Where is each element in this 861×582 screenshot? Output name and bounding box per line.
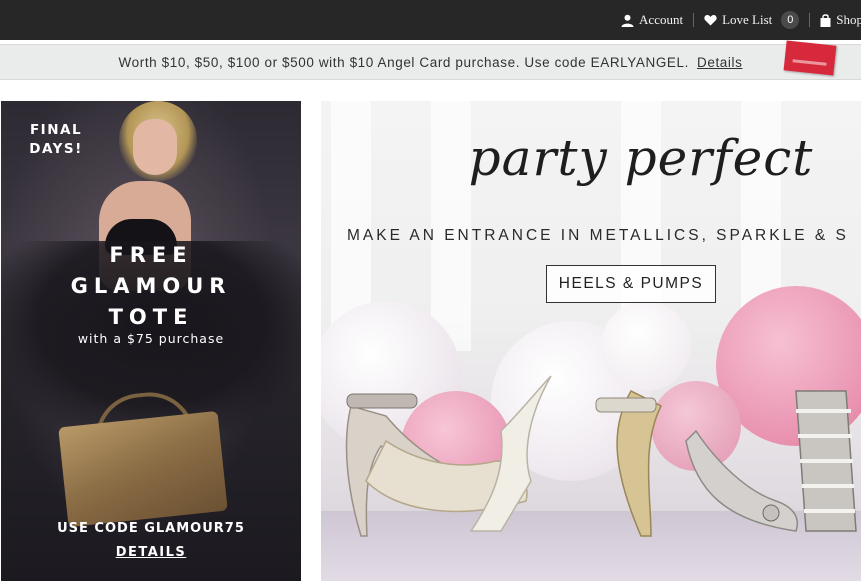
banner-details-wrapper: DETAILS <box>1 545 301 560</box>
heart-icon <box>704 14 717 26</box>
promo-strip: Worth $10, $50, $100 or $500 with $10 An… <box>0 40 861 80</box>
love-list-label: Love List <box>722 12 773 27</box>
shoe-jeweled-strap <box>595 390 663 537</box>
user-icon <box>621 14 634 27</box>
account-link[interactable]: Account <box>621 12 683 28</box>
party-perfect-title: party perfect <box>468 129 814 187</box>
glamour-tote-banner[interactable]: FINAL DAYS! FREE GLAMOUR TOTE with a $75… <box>1 101 301 581</box>
nav-divider <box>693 13 695 27</box>
top-nav-bar: Account Love List 0 Shop <box>0 0 861 40</box>
heading-line-3: TOTE <box>108 305 194 329</box>
shoe-strappy-silver <box>795 390 857 532</box>
shopping-bag-icon <box>820 13 831 27</box>
promo-code-text: USE CODE GLAMOUR75 <box>57 521 245 536</box>
free-glamour-tote-heading: FREE GLAMOUR TOTE <box>1 240 301 333</box>
account-label: Account <box>639 12 684 27</box>
purchase-requirement: with a $75 purchase <box>77 331 225 346</box>
love-list-link[interactable]: Love List 0 <box>704 11 800 29</box>
party-perfect-banner[interactable]: party perfect MAKE AN ENTRANCE IN METALL… <box>321 101 861 581</box>
banner-details-link[interactable]: DETAILS <box>116 545 187 560</box>
utility-nav: Account Love List 0 Shop <box>621 0 861 40</box>
nav-divider <box>809 13 811 27</box>
love-list-count-badge: 0 <box>781 11 800 29</box>
heading-line-2: GLAMOUR <box>70 274 232 298</box>
final-days-label: FINAL DAYS! <box>29 122 83 157</box>
shoe-white-heel <box>469 375 552 532</box>
promo-text: Worth $10, $50, $100 or $500 with $10 An… <box>118 54 689 70</box>
tote-bag-image <box>58 410 228 528</box>
heading-line-1: FREE <box>109 243 193 267</box>
shop-link[interactable]: Shop <box>820 12 861 28</box>
heels-pumps-button[interactable]: HEELS & PUMPS <box>546 265 716 303</box>
angel-card-image <box>783 40 837 76</box>
promo-details-link[interactable]: Details <box>697 55 742 70</box>
banner-subtitle: MAKE AN ENTRANCE IN METALLICS, SPARKLE &… <box>347 227 849 244</box>
shop-label: Shop <box>836 12 861 27</box>
model-image-face <box>133 119 177 175</box>
balloon-white <box>601 301 691 391</box>
